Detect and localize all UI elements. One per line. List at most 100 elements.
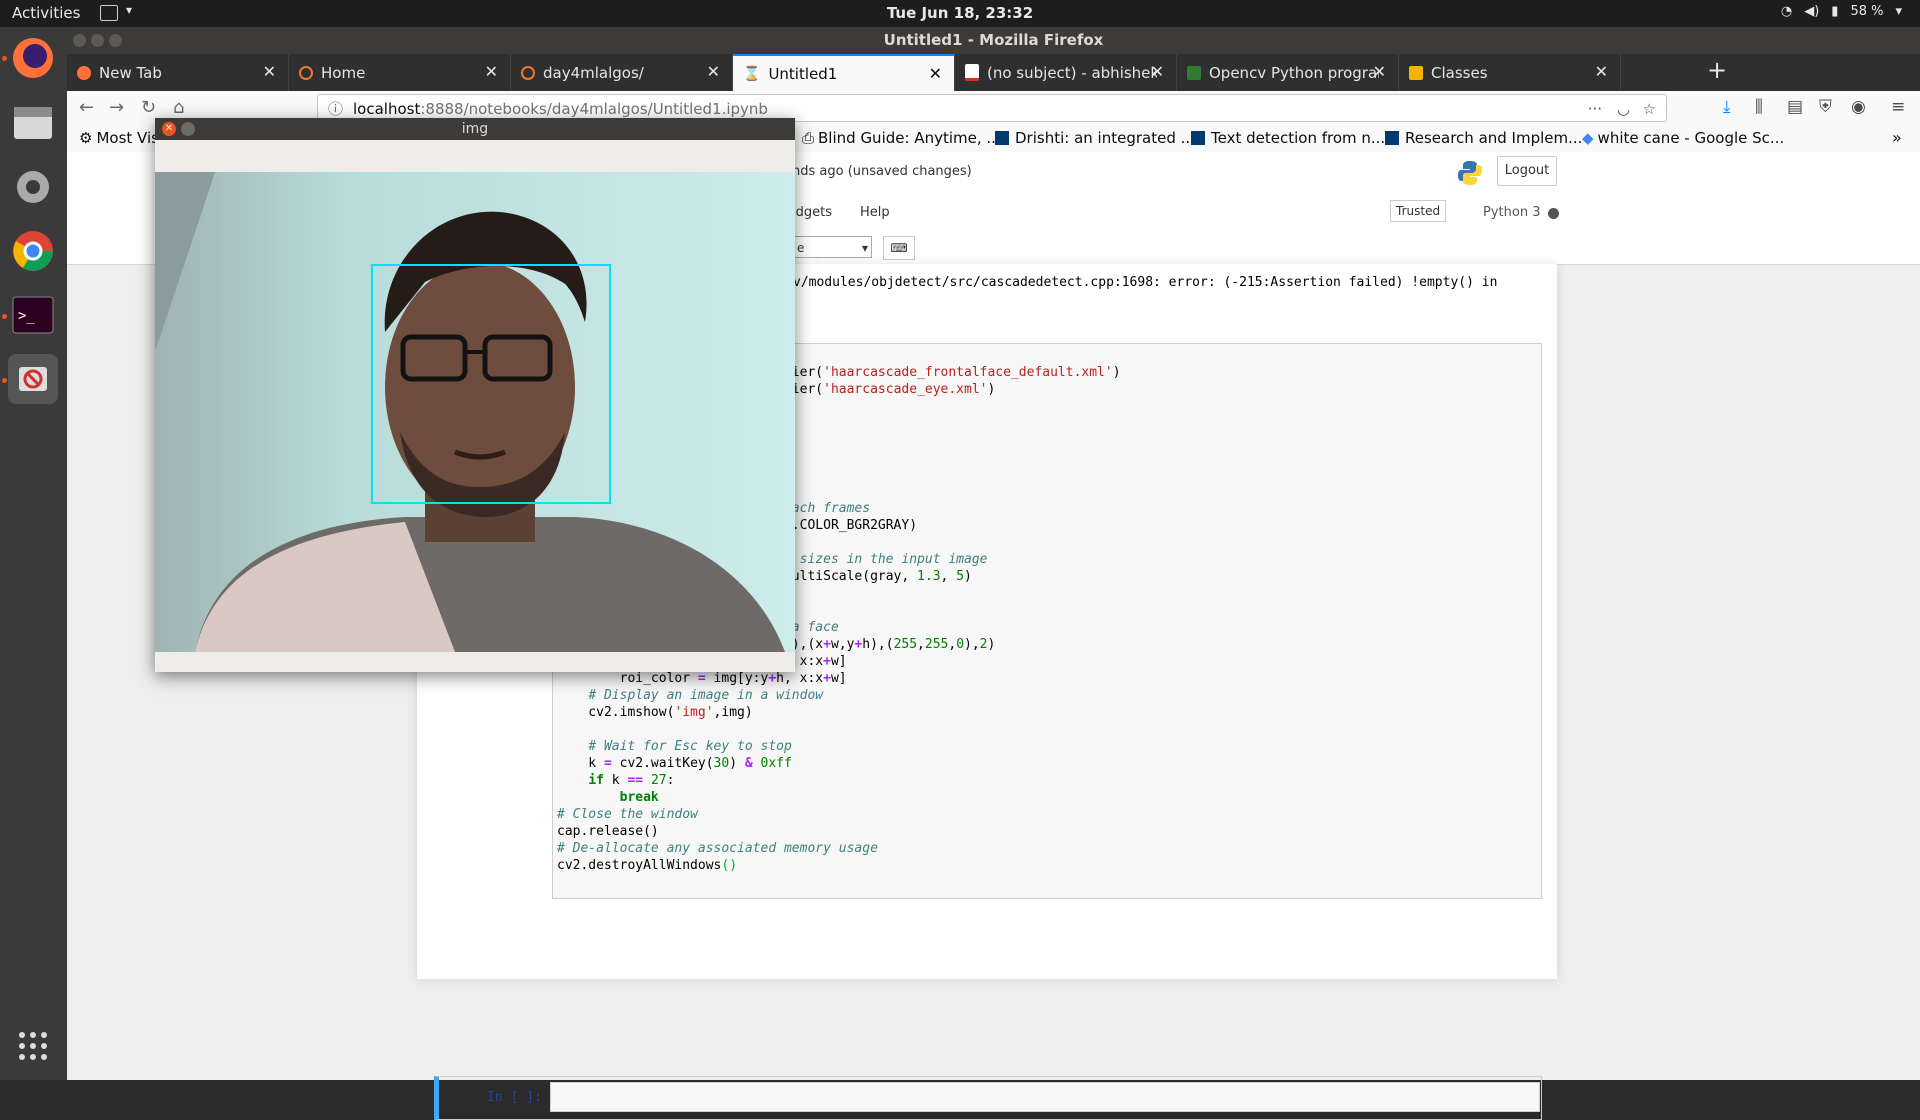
sidebar-icon[interactable]: ▤ [1787, 97, 1803, 117]
tab-classes[interactable]: Classes ✕ [1399, 54, 1621, 91]
files-icon[interactable] [8, 98, 58, 148]
python-logo-icon [1457, 160, 1483, 186]
window-title-bar: Untitled1 - Mozilla Firefox [67, 27, 1920, 54]
tab-home[interactable]: Home ✕ [289, 54, 511, 91]
running-indicator [2, 314, 7, 319]
forward-button[interactable]: → [109, 97, 124, 118]
bookmark-label: Text detection from n... [1211, 129, 1386, 147]
tab-untitled1[interactable]: ⌛ Untitled1 ✕ [733, 54, 955, 91]
close-tab-icon[interactable]: ✕ [1373, 62, 1386, 81]
jupyter-favicon-icon [299, 65, 313, 80]
bookmark-blind-guide[interactable]: ⎙ Blind Guide: Anytime, ... [802, 129, 1001, 147]
bookmark-label: Research and Implem... [1405, 129, 1583, 147]
window-title: Untitled1 - Mozilla Firefox [883, 31, 1104, 49]
bookmark-label: Drishti: an integrated ... [1015, 129, 1195, 147]
close-tab-icon[interactable]: ✕ [485, 62, 498, 81]
bookmark-label: white cane - Google Sc... [1597, 129, 1785, 147]
new-tab-button[interactable]: + [1707, 56, 1727, 84]
bookmark-label: Most Vis [96, 129, 159, 147]
ieee-icon [1191, 131, 1205, 145]
tab-title: Untitled1 [768, 64, 838, 83]
logout-button[interactable]: Logout [1497, 156, 1557, 186]
gfg-favicon-icon [1187, 65, 1201, 80]
close-tab-icon[interactable]: ✕ [1151, 62, 1164, 81]
tab-title: New Tab [99, 63, 162, 82]
gmail-favicon-icon [965, 64, 979, 81]
cell-input[interactable] [550, 1082, 1540, 1112]
keyboard-shortcuts-button[interactable]: ⌨ [883, 236, 915, 260]
close-tab-icon[interactable]: ✕ [263, 62, 276, 81]
downloads-icon[interactable]: ⤓ [1723, 97, 1731, 117]
cell-type-value: e [797, 241, 805, 255]
library-icon[interactable]: ⫼ [1755, 97, 1763, 117]
minimize-icon[interactable] [181, 122, 195, 136]
close-tab-icon[interactable]: ✕ [929, 64, 942, 83]
account-icon[interactable]: ◉ [1851, 97, 1866, 117]
running-indicator [2, 56, 7, 61]
minimize-window-button[interactable] [91, 34, 104, 47]
terminal-icon[interactable]: >_ [8, 290, 58, 340]
bookmark-text-detection[interactable]: Text detection from n... [1191, 129, 1385, 147]
bookmark-label: Blind Guide: Anytime, ... [818, 129, 1001, 147]
bookmark-star-icon[interactable]: ☆ [1643, 95, 1656, 123]
close-icon[interactable]: ✕ [162, 122, 176, 136]
bookmark-research-implem[interactable]: Research and Implem... [1385, 129, 1582, 147]
hourglass-icon: ⌛ [743, 65, 761, 82]
bookmark-white-cane[interactable]: ◆ white cane - Google Sc... [1582, 129, 1784, 147]
tab-opencv-python[interactable]: Opencv Python program ✕ [1177, 54, 1399, 91]
tab-strip: New Tab ✕ Home ✕ day4mlalgos/ ✕ ⌛ Untitl… [67, 54, 1920, 91]
pocket-icon[interactable]: ◡ [1617, 95, 1630, 123]
bookmark-most-visited[interactable]: ⚙ Most Vis [79, 129, 159, 147]
tab-title: Classes [1431, 63, 1488, 82]
reload-button[interactable]: ↻ [141, 97, 156, 118]
page-icon: ⎙ [802, 129, 815, 147]
save-status: nds ago (unsaved changes) [792, 164, 972, 179]
maximize-window-button[interactable] [109, 34, 122, 47]
face-detection-box [371, 264, 611, 504]
menu-widgets[interactable]: idgets [792, 205, 832, 220]
page-actions-icon[interactable]: ··· [1588, 95, 1602, 123]
tab-title: Opencv Python program [1209, 63, 1379, 82]
back-button[interactable]: ← [79, 97, 94, 118]
tab-new-tab[interactable]: New Tab ✕ [67, 54, 289, 91]
blocked-app-icon[interactable] [8, 354, 58, 404]
cell-type-select[interactable]: e ▾ [792, 236, 872, 258]
tab-title: Home [321, 63, 366, 82]
more-bookmarks-icon[interactable]: » [1892, 128, 1902, 147]
close-tab-icon[interactable]: ✕ [707, 62, 720, 81]
running-indicator [2, 378, 7, 383]
bookmark-drishti[interactable]: Drishti: an integrated ... [995, 129, 1195, 147]
opencv-img-window[interactable]: ✕ img [155, 118, 795, 672]
shield-icon[interactable]: ⛨ [1819, 97, 1832, 117]
svg-text:>_: >_ [18, 308, 35, 324]
empty-code-cell[interactable]: In [ ]: [434, 1076, 1542, 1120]
hamburger-menu-icon[interactable]: ≡ [1891, 97, 1905, 117]
clock[interactable]: Tue Jun 18, 23:32 [0, 4, 1920, 22]
menu-help[interactable]: Help [860, 205, 890, 220]
chevron-down-icon: ▾ [861, 241, 868, 255]
tab-gmail[interactable]: (no subject) - abhishek.c ✕ [955, 54, 1177, 91]
img-window-title: img [461, 121, 489, 137]
wifi-icon: ◔ [1780, 4, 1793, 19]
close-tab-icon[interactable]: ✕ [1595, 62, 1608, 81]
classroom-favicon-icon [1409, 65, 1423, 80]
battery-icon: ▮ [1831, 4, 1839, 19]
gnome-top-bar: Activities ▾ Tue Jun 18, 23:32 ◔ ◀) ▮ 58… [0, 0, 1920, 27]
volume-icon: ◀) [1804, 4, 1820, 19]
close-window-button[interactable] [73, 34, 86, 47]
cell-prompt: In [ ]: [487, 1090, 542, 1105]
home-button[interactable]: ⌂ [173, 97, 184, 118]
img-window-titlebar[interactable]: ✕ img [155, 118, 795, 140]
kernel-name[interactable]: Python 3 [1483, 205, 1540, 220]
trusted-indicator[interactable]: Trusted [1390, 200, 1447, 222]
tab-day4mlalgos[interactable]: day4mlalgos/ ✕ [511, 54, 733, 91]
chevron-down-icon: ▾ [1895, 4, 1902, 19]
gear-icon: ⚙ [79, 129, 93, 147]
url-host: localhost [353, 100, 421, 118]
settings-icon[interactable] [8, 162, 58, 212]
chrome-icon[interactable] [8, 226, 58, 276]
system-tray[interactable]: ◔ ◀) ▮ 58 % ▾ [1781, 4, 1902, 19]
tab-title: day4mlalgos/ [543, 63, 644, 82]
show-applications-icon[interactable] [8, 1021, 58, 1071]
firefox-icon[interactable] [8, 33, 58, 83]
